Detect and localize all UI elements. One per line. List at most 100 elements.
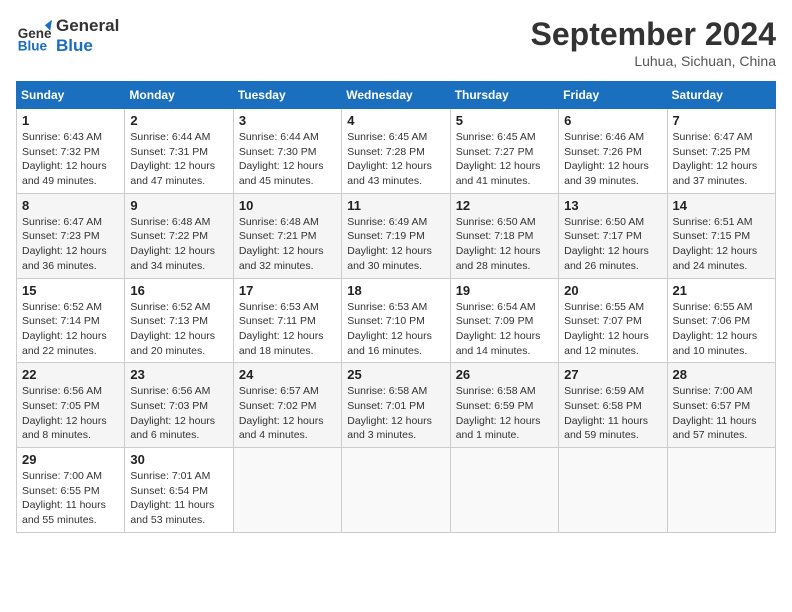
col-header-tuesday: Tuesday bbox=[233, 82, 341, 109]
day-number: 26 bbox=[456, 367, 553, 382]
col-header-saturday: Saturday bbox=[667, 82, 775, 109]
day-info: Sunrise: 6:48 AMSunset: 7:22 PMDaylight:… bbox=[130, 215, 227, 274]
col-header-wednesday: Wednesday bbox=[342, 82, 450, 109]
day-info: Sunrise: 7:01 AMSunset: 6:54 PMDaylight:… bbox=[130, 469, 227, 528]
day-number: 29 bbox=[22, 452, 119, 467]
calendar-row: 8Sunrise: 6:47 AMSunset: 7:23 PMDaylight… bbox=[17, 193, 776, 278]
logo-blue: Blue bbox=[56, 36, 119, 56]
empty-cell bbox=[450, 448, 558, 533]
day-cell-1: 1 Sunrise: 6:43 AMSunset: 7:32 PMDaylight… bbox=[17, 109, 125, 194]
location-subtitle: Luhua, Sichuan, China bbox=[531, 53, 776, 69]
col-header-sunday: Sunday bbox=[17, 82, 125, 109]
day-info: Sunrise: 6:55 AMSunset: 7:06 PMDaylight:… bbox=[673, 300, 770, 359]
day-info: Sunrise: 6:59 AMSunset: 6:58 PMDaylight:… bbox=[564, 384, 661, 443]
day-number: 11 bbox=[347, 198, 444, 213]
day-cell-9: 9 Sunrise: 6:48 AMSunset: 7:22 PMDaylight… bbox=[125, 193, 233, 278]
day-info: Sunrise: 6:58 AMSunset: 7:01 PMDaylight:… bbox=[347, 384, 444, 443]
day-info: Sunrise: 6:47 AMSunset: 7:23 PMDaylight:… bbox=[22, 215, 119, 274]
day-cell-25: 25Sunrise: 6:58 AMSunset: 7:01 PMDayligh… bbox=[342, 363, 450, 448]
calendar-row: 22 Sunrise: 6:56 AMSunset: 7:05 PMDayligh… bbox=[17, 363, 776, 448]
col-header-monday: Monday bbox=[125, 82, 233, 109]
day-info: Sunrise: 6:45 AMSunset: 7:28 PMDaylight:… bbox=[347, 130, 444, 189]
day-number: 21 bbox=[673, 283, 770, 298]
calendar-row: 15 Sunrise: 6:52 AMSunset: 7:14 PMDayligh… bbox=[17, 278, 776, 363]
day-info: Sunrise: 6:44 AMSunset: 7:30 PMDaylight:… bbox=[239, 130, 336, 189]
day-info: Sunrise: 6:57 AMSunset: 7:02 PMDaylight:… bbox=[239, 384, 336, 443]
day-cell-15: 15 Sunrise: 6:52 AMSunset: 7:14 PMDayligh… bbox=[17, 278, 125, 363]
day-cell-19: 19 Sunrise: 6:54 AMSunset: 7:09 PMDayligh… bbox=[450, 278, 558, 363]
day-info: Sunrise: 6:56 AMSunset: 7:03 PMDaylight:… bbox=[130, 384, 227, 443]
logo-icon: General Blue bbox=[16, 18, 52, 54]
day-cell-6: 6Sunrise: 6:46 AMSunset: 7:26 PMDaylight… bbox=[559, 109, 667, 194]
logo-general: General bbox=[56, 16, 119, 36]
day-cell-8: 8Sunrise: 6:47 AMSunset: 7:23 PMDaylight… bbox=[17, 193, 125, 278]
day-number: 3 bbox=[239, 113, 336, 128]
col-header-friday: Friday bbox=[559, 82, 667, 109]
day-number: 20 bbox=[564, 283, 661, 298]
day-info: Sunrise: 6:43 AMSunset: 7:32 PMDaylight:… bbox=[22, 130, 119, 189]
col-header-thursday: Thursday bbox=[450, 82, 558, 109]
day-cell-22: 22 Sunrise: 6:56 AMSunset: 7:05 PMDayligh… bbox=[17, 363, 125, 448]
day-info: Sunrise: 6:46 AMSunset: 7:26 PMDaylight:… bbox=[564, 130, 661, 189]
empty-cell bbox=[667, 448, 775, 533]
day-info: Sunrise: 6:56 AMSunset: 7:05 PMDaylight:… bbox=[22, 384, 119, 443]
day-number: 19 bbox=[456, 283, 553, 298]
day-cell-5: 5Sunrise: 6:45 AMSunset: 7:27 PMDaylight… bbox=[450, 109, 558, 194]
day-number: 2 bbox=[130, 113, 227, 128]
day-info: Sunrise: 7:00 AMSunset: 6:57 PMDaylight:… bbox=[673, 384, 770, 443]
day-info: Sunrise: 6:51 AMSunset: 7:15 PMDaylight:… bbox=[673, 215, 770, 274]
day-info: Sunrise: 6:50 AMSunset: 7:17 PMDaylight:… bbox=[564, 215, 661, 274]
day-cell-13: 13Sunrise: 6:50 AMSunset: 7:17 PMDayligh… bbox=[559, 193, 667, 278]
day-number: 18 bbox=[347, 283, 444, 298]
day-number: 1 bbox=[22, 113, 119, 128]
day-info: Sunrise: 6:48 AMSunset: 7:21 PMDaylight:… bbox=[239, 215, 336, 274]
day-info: Sunrise: 6:44 AMSunset: 7:31 PMDaylight:… bbox=[130, 130, 227, 189]
header-row: SundayMondayTuesdayWednesdayThursdayFrid… bbox=[17, 82, 776, 109]
day-cell-30: 30Sunrise: 7:01 AMSunset: 6:54 PMDayligh… bbox=[125, 448, 233, 533]
calendar-body: 1 Sunrise: 6:43 AMSunset: 7:32 PMDaylight… bbox=[17, 109, 776, 533]
day-number: 15 bbox=[22, 283, 119, 298]
day-info: Sunrise: 6:49 AMSunset: 7:19 PMDaylight:… bbox=[347, 215, 444, 274]
day-info: Sunrise: 6:53 AMSunset: 7:11 PMDaylight:… bbox=[239, 300, 336, 359]
day-cell-28: 28 Sunrise: 7:00 AMSunset: 6:57 PMDayligh… bbox=[667, 363, 775, 448]
page-header: General Blue General Blue September 2024… bbox=[16, 16, 776, 69]
empty-cell bbox=[233, 448, 341, 533]
day-cell-7: 7 Sunrise: 6:47 AMSunset: 7:25 PMDaylight… bbox=[667, 109, 775, 194]
day-cell-27: 27 Sunrise: 6:59 AMSunset: 6:58 PMDayligh… bbox=[559, 363, 667, 448]
day-cell-4: 4 Sunrise: 6:45 AMSunset: 7:28 PMDaylight… bbox=[342, 109, 450, 194]
day-number: 28 bbox=[673, 367, 770, 382]
day-info: Sunrise: 6:52 AMSunset: 7:13 PMDaylight:… bbox=[130, 300, 227, 359]
day-cell-2: 2 Sunrise: 6:44 AMSunset: 7:31 PMDaylight… bbox=[125, 109, 233, 194]
day-cell-24: 24 Sunrise: 6:57 AMSunset: 7:02 PMDayligh… bbox=[233, 363, 341, 448]
day-info: Sunrise: 6:53 AMSunset: 7:10 PMDaylight:… bbox=[347, 300, 444, 359]
svg-text:Blue: Blue bbox=[18, 39, 48, 54]
day-cell-20: 20Sunrise: 6:55 AMSunset: 7:07 PMDayligh… bbox=[559, 278, 667, 363]
empty-cell bbox=[559, 448, 667, 533]
day-number: 22 bbox=[22, 367, 119, 382]
calendar-header: SundayMondayTuesdayWednesdayThursdayFrid… bbox=[17, 82, 776, 109]
day-number: 7 bbox=[673, 113, 770, 128]
day-cell-29: 29Sunrise: 7:00 AMSunset: 6:55 PMDayligh… bbox=[17, 448, 125, 533]
day-number: 10 bbox=[239, 198, 336, 213]
day-number: 12 bbox=[456, 198, 553, 213]
day-number: 17 bbox=[239, 283, 336, 298]
day-info: Sunrise: 6:58 AMSunset: 6:59 PMDaylight:… bbox=[456, 384, 553, 443]
day-cell-10: 10 Sunrise: 6:48 AMSunset: 7:21 PMDayligh… bbox=[233, 193, 341, 278]
day-cell-11: 11 Sunrise: 6:49 AMSunset: 7:19 PMDayligh… bbox=[342, 193, 450, 278]
day-info: Sunrise: 6:52 AMSunset: 7:14 PMDaylight:… bbox=[22, 300, 119, 359]
day-number: 23 bbox=[130, 367, 227, 382]
day-number: 24 bbox=[239, 367, 336, 382]
day-cell-17: 17 Sunrise: 6:53 AMSunset: 7:11 PMDayligh… bbox=[233, 278, 341, 363]
day-cell-26: 26 Sunrise: 6:58 AMSunset: 6:59 PMDayligh… bbox=[450, 363, 558, 448]
day-cell-16: 16Sunrise: 6:52 AMSunset: 7:13 PMDayligh… bbox=[125, 278, 233, 363]
day-info: Sunrise: 6:47 AMSunset: 7:25 PMDaylight:… bbox=[673, 130, 770, 189]
day-info: Sunrise: 6:54 AMSunset: 7:09 PMDaylight:… bbox=[456, 300, 553, 359]
day-number: 27 bbox=[564, 367, 661, 382]
day-number: 9 bbox=[130, 198, 227, 213]
day-number: 4 bbox=[347, 113, 444, 128]
day-info: Sunrise: 6:50 AMSunset: 7:18 PMDaylight:… bbox=[456, 215, 553, 274]
title-block: September 2024 Luhua, Sichuan, China bbox=[531, 16, 776, 69]
empty-cell bbox=[342, 448, 450, 533]
day-number: 5 bbox=[456, 113, 553, 128]
day-cell-3: 3 Sunrise: 6:44 AMSunset: 7:30 PMDaylight… bbox=[233, 109, 341, 194]
